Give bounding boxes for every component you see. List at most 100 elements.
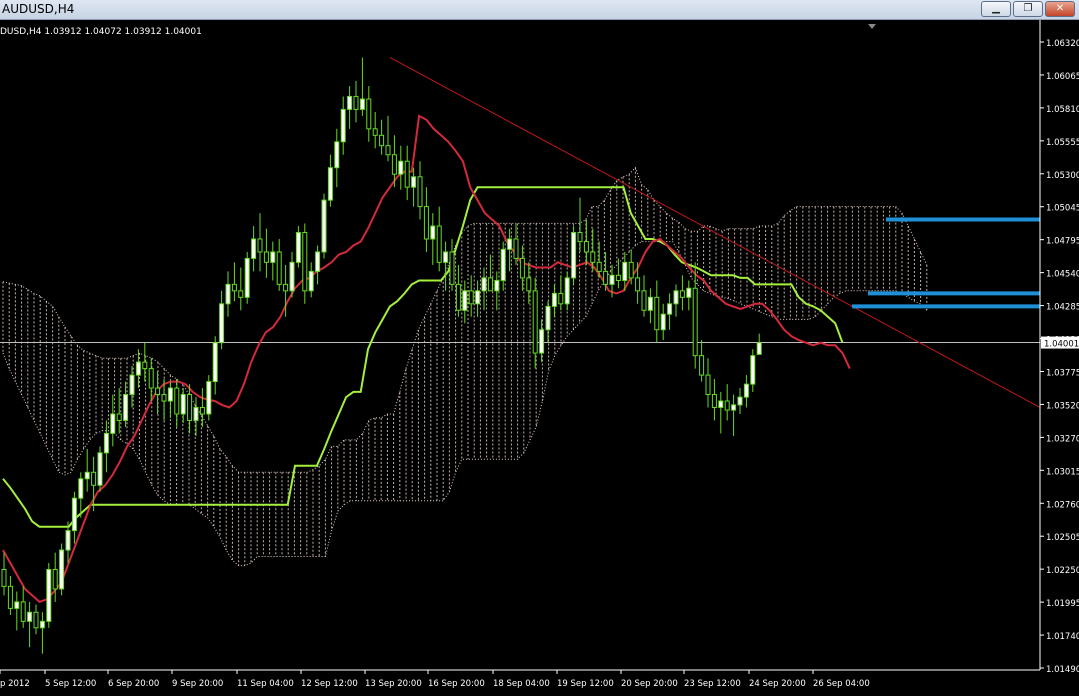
candle-body (750, 355, 756, 385)
candle-body (609, 274, 615, 285)
candle-body (404, 160, 410, 188)
candle-body (142, 361, 148, 370)
candle-body (340, 108, 346, 143)
window-titlebar: AUDUSD,H4 ▁ ❐ ✕ (0, 0, 1079, 20)
x-tick-label: 5 Sep 12:00 (45, 679, 96, 689)
candle-body (315, 251, 321, 272)
candle-body (692, 287, 698, 357)
price-tag-label: 1.04001 (1044, 340, 1079, 350)
candle-body (52, 568, 58, 590)
candle-body (545, 305, 551, 331)
symbol-info: DUSD,H4 1.03912 1.04072 1.03912 1.04001 (0, 27, 202, 37)
trendline (389, 57, 1041, 408)
y-tick-label: 1.02250 (1046, 566, 1079, 576)
candle-body (667, 303, 673, 315)
y-tick-label: 1.03775 (1046, 368, 1079, 378)
x-tick-label: 6 Sep 20:00 (108, 679, 159, 689)
candle-body (347, 95, 353, 110)
candle-body (603, 270, 609, 285)
candle-body (699, 355, 705, 376)
candle-body (564, 277, 570, 305)
candle-body (526, 277, 532, 292)
x-tick-label: 26 Sep 04:00 (813, 679, 870, 689)
candle-body (231, 283, 237, 292)
candle-body (276, 251, 282, 285)
candlestick-chart[interactable]: 1.06320 1.06065 1.05810 1.05555 1.05300 1.050… (0, 20, 1079, 692)
y-tick-label: 1.01995 (1046, 599, 1079, 609)
candle-body (532, 290, 538, 354)
candle-body (391, 154, 397, 175)
candle-body (91, 471, 97, 486)
window-controls: ▁ ❐ ✕ (981, 1, 1075, 17)
y-tick-label: 1.02505 (1046, 533, 1079, 543)
candle-body (455, 283, 461, 311)
candle-body (551, 292, 557, 307)
candles (1, 57, 762, 654)
candle-body (155, 387, 161, 396)
candle-body (283, 283, 289, 292)
candle-body (660, 313, 666, 331)
chart-area[interactable]: 1.06320 1.06065 1.05810 1.05555 1.05300 1.050… (0, 20, 1079, 692)
candle-body (507, 238, 513, 250)
x-tick-label: 19 Sep 12:00 (557, 679, 614, 689)
candle-body (174, 387, 180, 415)
x-tick-label: 20 Sep 20:00 (621, 679, 678, 689)
candle-body (519, 257, 525, 279)
candle-body (295, 232, 301, 263)
candle-body (436, 225, 442, 263)
candle-body (417, 176, 423, 208)
minimize-button[interactable]: ▁ (981, 1, 1011, 17)
candle-body (558, 292, 564, 305)
candle-body (596, 261, 602, 272)
candle-body (148, 368, 154, 389)
candle-body (481, 277, 487, 292)
candle-body (39, 620, 45, 629)
candle-body (251, 238, 257, 259)
candle-body (500, 248, 506, 281)
candle-body (212, 342, 218, 383)
candle-body (353, 95, 359, 110)
ichimoku-cloud (2, 166, 928, 567)
candle-body (129, 374, 135, 396)
candle-body (615, 274, 621, 281)
x-tick-label: 9 Sep 20:00 (172, 679, 223, 689)
candle-body (14, 601, 20, 609)
y-tick-label: 1.01740 (1046, 632, 1079, 642)
candle-body (206, 381, 212, 415)
candle-body (321, 199, 327, 253)
y-tick-label: 1.05810 (1046, 105, 1079, 115)
candle-body (199, 406, 205, 415)
candle-body (641, 290, 647, 311)
x-tick-label: 24 Sep 20:00 (749, 679, 806, 689)
trendline-group (0, 57, 1041, 408)
candle-body (302, 232, 308, 292)
y-tick-label: 1.03270 (1046, 434, 1079, 444)
candle-body (289, 261, 295, 292)
candle-body (647, 296, 653, 311)
candle-body (705, 374, 711, 396)
candle-body (65, 530, 71, 551)
candle-body (46, 568, 52, 622)
candle-body (135, 361, 141, 376)
candle-body (449, 251, 455, 285)
y-tick-label: 1.05300 (1046, 171, 1079, 181)
candle-body (308, 270, 314, 292)
candle-body (494, 279, 500, 292)
candle-body (187, 394, 193, 421)
y-tick-label: 1.04795 (1046, 237, 1079, 247)
candle-body (724, 400, 730, 411)
candle-body (366, 98, 372, 130)
candle-body (577, 232, 583, 243)
close-button[interactable]: ✕ (1045, 1, 1075, 17)
candle-body (622, 261, 628, 281)
candle-body (7, 585, 13, 609)
x-tick-label: 16 Sep 20:00 (428, 679, 485, 689)
candle-body (679, 290, 685, 298)
y-tick-label: 1.05045 (1046, 204, 1079, 214)
candle-body (571, 232, 577, 279)
candle-body (71, 497, 77, 532)
candle-body (731, 404, 737, 411)
candle-body (27, 611, 33, 622)
candle-body (244, 257, 250, 298)
restore-button[interactable]: ❐ (1013, 1, 1043, 17)
